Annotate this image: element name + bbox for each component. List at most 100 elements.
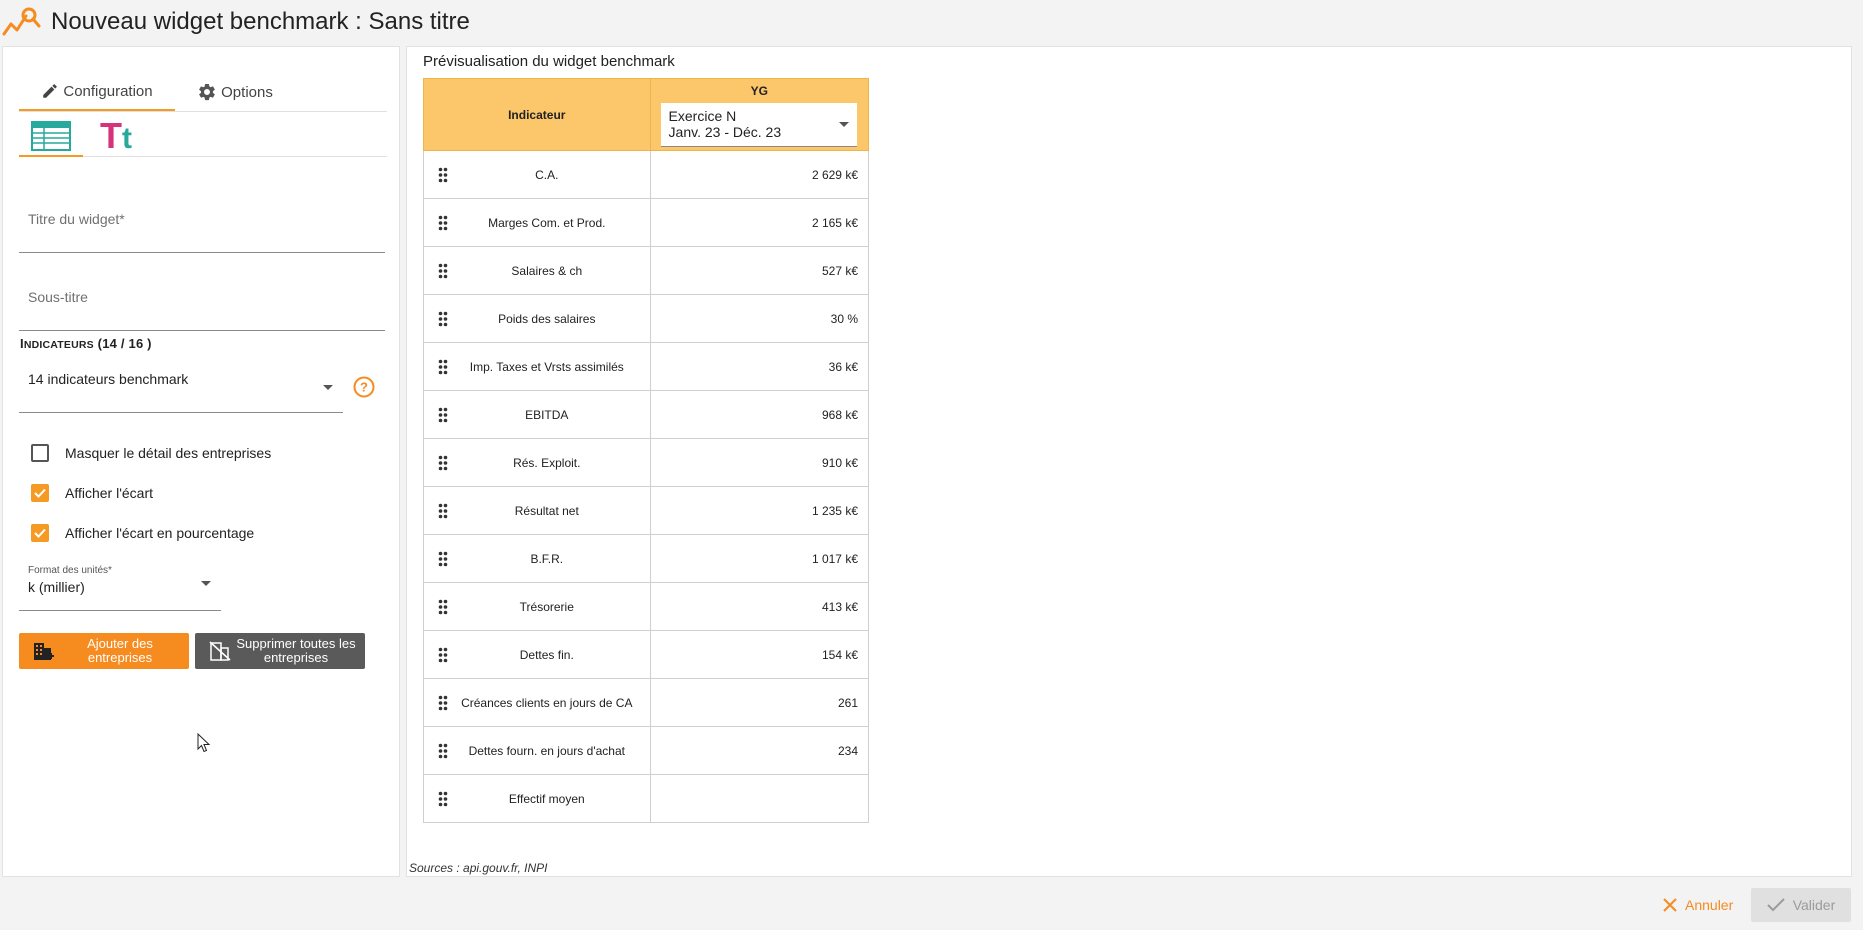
table-row[interactable]: Salaires & ch 527 k€ <box>423 246 870 295</box>
indicator-name: B.F.R. <box>530 551 564 566</box>
chevron-down-icon <box>201 581 211 586</box>
chevron-down-icon <box>838 122 849 127</box>
indicator-cell: Rés. Exploit. <box>423 438 651 487</box>
table-row[interactable]: Poids des salaires 30 % <box>423 294 870 343</box>
indicator-cell: B.F.R. <box>423 534 651 583</box>
drag-handle-icon[interactable] <box>438 503 448 519</box>
tab-options[interactable]: Options <box>175 73 295 111</box>
tab-configuration-label: Configuration <box>63 82 153 100</box>
indicator-value <box>649 774 870 823</box>
checkbox-box[interactable] <box>31 444 49 462</box>
cancel-button[interactable]: Annuler <box>1663 888 1733 922</box>
indicator-value: 1 235 k€ <box>649 486 870 535</box>
company-name: YG <box>750 84 768 98</box>
indicator-cell: Imp. Taxes et Vrsts assimilés <box>423 342 651 391</box>
table-row[interactable]: C.A. 2 629 k€ <box>423 150 870 199</box>
drag-handle-icon[interactable] <box>438 455 448 471</box>
drag-handle-icon[interactable] <box>438 791 448 807</box>
indicator-value: 2 629 k€ <box>649 150 870 199</box>
indicator-cell: Dettes fin. <box>423 630 651 679</box>
subtab-table[interactable] <box>19 117 83 157</box>
mouse-cursor-icon <box>197 733 211 753</box>
drag-handle-icon[interactable] <box>438 215 448 231</box>
indicator-cell: Poids des salaires <box>423 294 651 343</box>
widget-title-field[interactable]: Titre du widget* <box>19 197 385 253</box>
benchmark-table-body: C.A. 2 629 k€ Marges Com. et Prod. 2 165 k€… <box>423 150 870 823</box>
indicators-select[interactable]: 14 indicateurs benchmark <box>19 359 343 413</box>
table-row[interactable]: EBITDA 968 k€ <box>423 390 870 439</box>
indicators-select-value: 14 indicateurs benchmark <box>28 371 189 387</box>
subtitle-placeholder: Sous-titre <box>28 289 88 305</box>
checkbox-show-gap-percent[interactable]: Afficher l'écart en pourcentage <box>31 522 254 544</box>
table-row[interactable]: Trésorerie 413 k€ <box>423 582 870 631</box>
svg-text:?: ? <box>360 380 368 395</box>
table-row[interactable]: Dettes fin. 154 k€ <box>423 630 870 679</box>
config-tabs: Configuration Options Tt <box>19 73 387 157</box>
checkbox-hide-company-detail[interactable]: Masquer le détail des entreprises <box>31 442 271 464</box>
indicator-name: Trésorerie <box>519 599 574 614</box>
add-companies-button[interactable]: Ajouter des entreprises <box>19 633 189 669</box>
indicator-value: 36 k€ <box>649 342 870 391</box>
page-title: Nouveau widget benchmark : Sans titre <box>51 8 470 35</box>
drag-handle-icon[interactable] <box>438 743 448 759</box>
validate-button[interactable]: Valider <box>1751 888 1851 922</box>
indicator-value: 261 <box>649 678 870 727</box>
period-select[interactable]: Exercice N Janv. 23 - Déc. 23 <box>660 103 857 147</box>
indicator-value: 2 165 k€ <box>649 198 870 247</box>
checkbox-box[interactable] <box>31 524 49 542</box>
indicator-value: 154 k€ <box>649 630 870 679</box>
indicators-label-rest: NDICATEURS <box>23 339 94 351</box>
tab-configuration[interactable]: Configuration <box>19 73 175 111</box>
checkbox-box[interactable] <box>31 484 49 502</box>
table-row[interactable]: Imp. Taxes et Vrsts assimilés 36 k€ <box>423 342 870 391</box>
drag-handle-icon[interactable] <box>438 551 448 567</box>
indicator-cell: EBITDA <box>423 390 651 439</box>
subtab-text-format[interactable]: Tt <box>91 115 141 157</box>
subtitle-field[interactable]: Sous-titre <box>19 275 385 331</box>
config-panel: Configuration Options Tt Titre du widget… <box>2 46 400 877</box>
drag-handle-icon[interactable] <box>438 647 448 663</box>
drag-handle-icon[interactable] <box>438 599 448 615</box>
drag-handle-icon[interactable] <box>438 167 448 183</box>
checkbox-label: Afficher l'écart <box>65 485 154 501</box>
table-row[interactable]: Marges Com. et Prod. 2 165 k€ <box>423 198 870 247</box>
tab-options-label: Options <box>221 83 273 101</box>
cancel-label: Annuler <box>1685 897 1734 913</box>
benchmark-table: Indicateur YG Exercice N Janv. 23 - Déc.… <box>423 78 870 823</box>
indicator-name: Dettes fourn. en jours d'achat <box>468 743 625 758</box>
indicator-cell: Salaires & ch <box>423 246 651 295</box>
add-companies-label: Ajouter des entreprises <box>87 636 153 665</box>
drag-handle-icon[interactable] <box>438 407 448 423</box>
drag-handle-icon[interactable] <box>438 263 448 279</box>
table-row[interactable]: Dettes fourn. en jours d'achat 234 <box>423 726 870 775</box>
indicator-value: 234 <box>649 726 870 775</box>
checkbox-label: Afficher l'écart en pourcentage <box>65 525 255 541</box>
chart-search-icon <box>2 7 41 36</box>
validate-label: Valider <box>1792 897 1836 913</box>
drag-handle-icon[interactable] <box>438 311 448 327</box>
indicator-value: 1 017 k€ <box>649 534 870 583</box>
table-row[interactable]: Créances clients en jours de CA 261 <box>423 678 870 727</box>
drag-handle-icon[interactable] <box>438 695 448 711</box>
delete-all-companies-label: Supprimer toutes les entreprises <box>236 636 356 665</box>
table-row[interactable]: B.F.R. 1 017 k€ <box>423 534 870 583</box>
indicator-value: 968 k€ <box>649 390 870 439</box>
drag-handle-icon[interactable] <box>438 359 448 375</box>
table-icon <box>31 121 71 151</box>
table-row[interactable]: Rés. Exploit. 910 k€ <box>423 438 870 487</box>
indicator-name: Poids des salaires <box>498 311 596 326</box>
widget-title-placeholder: Titre du widget* <box>28 211 125 227</box>
units-format-value: k (millier) <box>28 579 85 595</box>
indicator-name: Imp. Taxes et Vrsts assimilés <box>469 359 624 374</box>
delete-all-companies-button[interactable]: Supprimer toutes les entreprises <box>195 633 365 669</box>
checkbox-show-gap[interactable]: Afficher l'écart <box>31 482 153 504</box>
building-add-icon <box>29 641 59 661</box>
app-header: Nouveau widget benchmark : Sans titre <box>0 0 1863 44</box>
indicator-value: 527 k€ <box>649 246 870 295</box>
units-format-select[interactable]: Format des unités* k (millier) <box>19 561 221 611</box>
help-icon[interactable]: ? <box>353 376 375 398</box>
close-icon <box>1663 898 1677 912</box>
table-row[interactable]: Résultat net 1 235 k€ <box>423 486 870 535</box>
table-row[interactable]: Effectif moyen <box>423 774 870 823</box>
indicator-name: Créances clients en jours de CA <box>461 695 633 710</box>
